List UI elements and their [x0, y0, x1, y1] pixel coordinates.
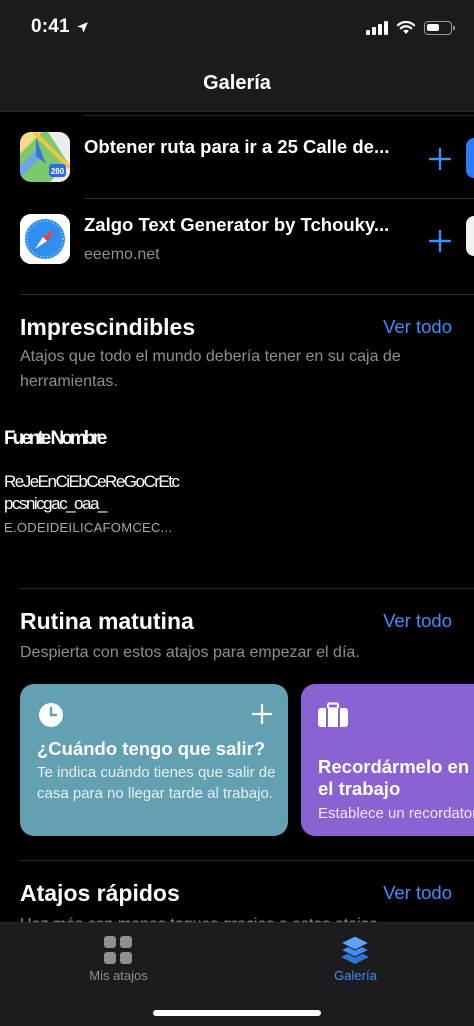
- add-shortcut-icon[interactable]: [428, 229, 452, 253]
- location-arrow-icon: [77, 22, 88, 33]
- section-description: Atajos que todo el mundo debería tener e…: [20, 348, 401, 390]
- glitched-line: pcsnicgac_oaa_: [4, 494, 107, 513]
- safari-icon: [20, 214, 70, 264]
- card-title: Recordármelo en el trabajo: [318, 756, 470, 799]
- see-all-morning-link[interactable]: Ver todo: [383, 610, 452, 632]
- status-indicators: [366, 20, 455, 35]
- cellular-signal-icon: [366, 20, 388, 35]
- section-description: Despierta con estos atajos para empezar …: [20, 644, 360, 661]
- card-description: Te indica cuándo tienes que salir de cas…: [37, 764, 276, 802]
- tab-my-shortcuts[interactable]: Mis atajos: [0, 923, 237, 993]
- nav-bar: Galería: [0, 58, 474, 112]
- clock-icon: [39, 703, 63, 727]
- divider: [20, 588, 474, 589]
- card-description: Establece un recordatorio: [318, 805, 474, 822]
- next-column-peek: [466, 138, 474, 178]
- route-badge-text: 280: [51, 167, 65, 176]
- divider: [20, 860, 474, 861]
- card-title: ¿Cuándo tengo que salir?: [37, 738, 266, 759]
- add-shortcut-icon[interactable]: [252, 704, 272, 724]
- screen: 0:41 Galería 280 Obtener ruta para ir a …: [0, 0, 474, 1026]
- status-bar: 0:41: [0, 0, 474, 58]
- status-time: 0:41: [31, 16, 70, 37]
- section-description: Haz más con menos toques gracias a estos…: [20, 912, 450, 922]
- row-title: Obtener ruta para ir a 25 Calle de...: [84, 136, 390, 157]
- list-item-directions[interactable]: 280 Obtener ruta para ir a 25 Calle de..…: [20, 116, 474, 202]
- row-subtitle: eeemo.net: [84, 246, 160, 263]
- briefcase-icon: [318, 702, 348, 727]
- grid-icon: [104, 936, 132, 964]
- section-title-morning: Rutina matutina: [20, 608, 194, 634]
- divider: [20, 294, 474, 295]
- tab-gallery[interactable]: Galería: [237, 923, 474, 993]
- row-title: Zalgo Text Generator by Tchouky...: [84, 214, 390, 235]
- maps-icon: 280: [20, 132, 70, 182]
- shortcut-card-work-reminder[interactable]: Recordármelo en el trabajo Establece un …: [301, 684, 474, 836]
- glitched-line: E.ODEIDEILICAFOMCEC...: [4, 520, 173, 535]
- section-title-essentials: Imprescindibles: [20, 314, 196, 340]
- tab-label: Galería: [334, 968, 377, 983]
- next-column-peek: [466, 216, 474, 256]
- page-title: Galería: [203, 72, 271, 94]
- see-all-quick-link[interactable]: Ver todo: [383, 882, 452, 904]
- glitched-line: ReJeEnCiEbCeReGoCrEtc: [4, 472, 180, 491]
- see-all-essentials-link[interactable]: Ver todo: [383, 316, 452, 338]
- shortcut-card-when-to-leave[interactable]: ¿Cuándo tengo que salir? Te indica cuánd…: [20, 684, 288, 836]
- glitched-text-block: Fuente Nombre ReJeEnCiEbCeReGoCrEtc pcsn…: [4, 428, 224, 558]
- wifi-icon: [396, 20, 416, 34]
- add-shortcut-icon[interactable]: [428, 147, 452, 171]
- glitched-line: Fuente Nombre: [4, 428, 107, 449]
- tab-label: Mis atajos: [89, 968, 148, 983]
- section-title-quick: Atajos rápidos: [20, 880, 180, 906]
- layers-icon: [339, 935, 371, 964]
- gallery-content[interactable]: 280 Obtener ruta para ir a 25 Calle de..…: [0, 112, 474, 922]
- home-indicator[interactable]: [153, 1010, 321, 1016]
- list-item-zalgo-generator[interactable]: Zalgo Text Generator by Tchouky... eeemo…: [20, 198, 474, 284]
- battery-icon: [424, 20, 455, 35]
